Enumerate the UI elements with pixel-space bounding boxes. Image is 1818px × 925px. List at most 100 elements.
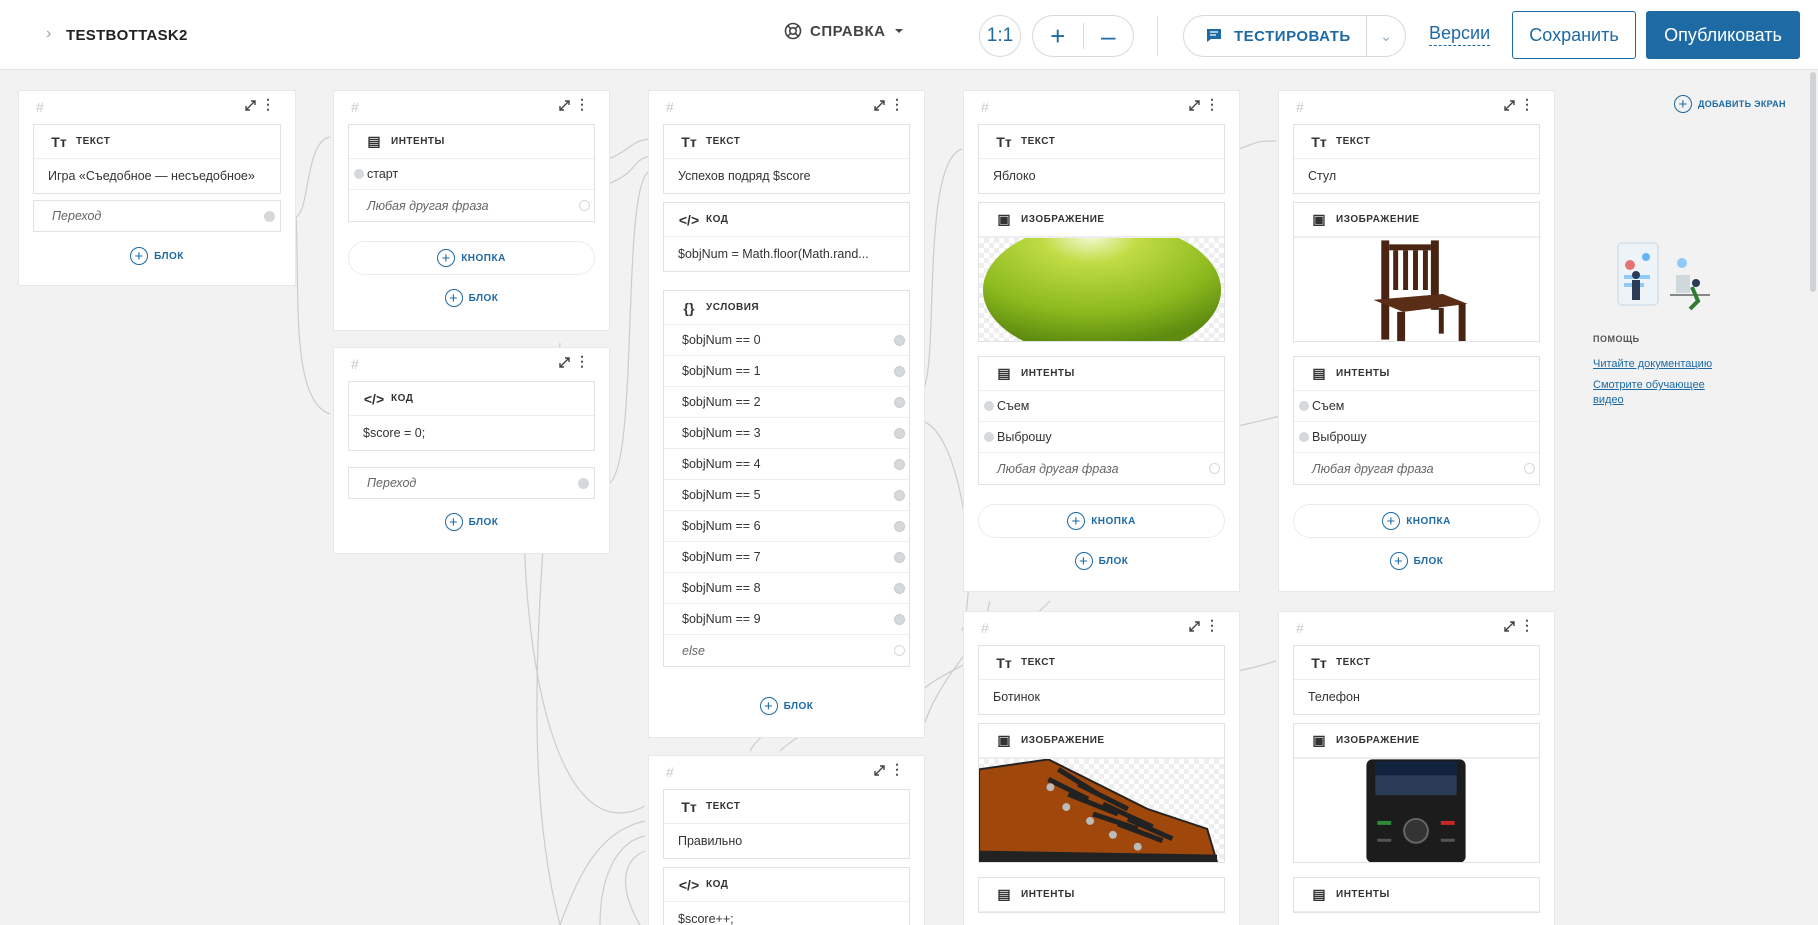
connector-dot[interactable]: [579, 200, 590, 211]
connector-dot[interactable]: [894, 397, 905, 408]
intents-block[interactable]: ▤ ИНТЕНТЫ: [1293, 877, 1540, 913]
text-block[interactable]: Tт ТЕКСТ Успехов подряд $score: [663, 124, 910, 194]
intent-row[interactable]: старт: [349, 159, 594, 190]
code-content[interactable]: $score++;: [664, 902, 909, 925]
screen-card[interactable]: # ⋮ Tт ТЕКСТ Правильно </> КОД $score++;: [648, 755, 925, 925]
connector-dot[interactable]: [578, 478, 589, 489]
text-block[interactable]: Tт ТЕКСТ Ботинок: [978, 645, 1225, 715]
connector-dot[interactable]: [1209, 463, 1220, 474]
add-button-pill[interactable]: + КНОПКА: [348, 241, 595, 275]
intent-row[interactable]: Любая другая фраза: [1294, 453, 1539, 484]
expand-icon[interactable]: [1503, 620, 1516, 633]
image-block[interactable]: ▣ ИЗОБРАЖЕНИЕ: [1293, 723, 1540, 863]
connector-dot[interactable]: [894, 459, 905, 470]
transition-field[interactable]: Переход: [33, 200, 281, 232]
add-block-button[interactable]: + БЛОК: [19, 247, 295, 265]
condition-row[interactable]: $objNum == 4: [664, 449, 909, 480]
text-content[interactable]: Правильно: [664, 824, 909, 858]
expand-icon[interactable]: [1188, 99, 1201, 112]
test-button[interactable]: ТЕСТИРОВАТЬ: [1184, 16, 1367, 56]
expand-icon[interactable]: [244, 99, 257, 112]
code-content[interactable]: $score = 0;: [349, 416, 594, 450]
intents-block[interactable]: ▤ ИНТЕНТЫ Съем Выброшу Любая другая фраза: [978, 356, 1225, 485]
help-menu[interactable]: СПРАВКА: [784, 22, 905, 40]
versions-link[interactable]: Версии: [1429, 23, 1491, 46]
screen-card[interactable]: # ⋮ Tт ТЕКСТ Ботинок ▣ ИЗОБРАЖЕНИЕ ▤ ИНТЕНТ…: [963, 611, 1240, 925]
image-block[interactable]: ▣ ИЗОБРАЖЕНИЕ: [1293, 202, 1540, 342]
condition-row[interactable]: $objNum == 9: [664, 604, 909, 635]
zoom-in-button[interactable]: +: [1033, 17, 1083, 55]
add-button-pill[interactable]: + КНОПКА: [1293, 504, 1540, 538]
add-block-button[interactable]: + БЛОК: [334, 289, 609, 307]
connector-dot[interactable]: [1524, 463, 1535, 474]
screen-card[interactable]: # ⋮ Tт ТЕКСТ Успехов подряд $score </> КОД…: [648, 90, 925, 738]
zoom-out-button[interactable]: –: [1084, 17, 1134, 55]
text-content[interactable]: Стул: [1294, 159, 1539, 193]
add-block-button[interactable]: + БЛОК: [334, 513, 609, 531]
watch-video-link-line2[interactable]: видео: [1593, 393, 1624, 408]
add-block-button[interactable]: + БЛОК: [649, 697, 924, 715]
code-block[interactable]: </> КОД $score = 0;: [348, 381, 595, 451]
expand-icon[interactable]: [873, 764, 886, 777]
add-block-button[interactable]: + БЛОК: [964, 552, 1239, 570]
publish-button[interactable]: Опубликовать: [1646, 11, 1800, 59]
connector-dot[interactable]: [894, 645, 905, 656]
phone-image[interactable]: [1294, 758, 1539, 862]
more-vertical-icon[interactable]: ⋮: [575, 97, 589, 111]
condition-row[interactable]: $objNum == 0: [664, 325, 909, 356]
expand-icon[interactable]: [558, 99, 571, 112]
text-block[interactable]: Tт ТЕКСТ Игра «Съедобное — несъедобное»: [33, 124, 281, 194]
image-block[interactable]: ▣ ИЗОБРАЖЕНИЕ: [978, 202, 1225, 342]
text-block[interactable]: Tт ТЕКСТ Стул: [1293, 124, 1540, 194]
add-button-pill[interactable]: + КНОПКА: [978, 504, 1225, 538]
connector-dot[interactable]: [354, 169, 364, 179]
watch-video-link[interactable]: Смотрите обучающее: [1593, 378, 1705, 393]
screen-card[interactable]: # ⋮ Tт ТЕКСТ Стул ▣ ИЗОБРАЖЕНИЕ ▤ ИНТЕНТЫ С…: [1278, 90, 1555, 592]
transition-field[interactable]: Переход: [348, 467, 595, 499]
add-screen-button[interactable]: + ДОБАВИТЬ ЭКРАН: [1674, 95, 1786, 113]
connector-dot[interactable]: [894, 583, 905, 594]
condition-row[interactable]: $objNum == 6: [664, 511, 909, 542]
condition-row[interactable]: $objNum == 1: [664, 356, 909, 387]
screen-card[interactable]: # ⋮ Tт ТЕКСТ Телефон ▣ ИЗОБРАЖЕНИЕ ▤ ИНТЕНТ…: [1278, 611, 1555, 925]
more-vertical-icon[interactable]: ⋮: [1205, 97, 1219, 111]
intent-row[interactable]: Любая другая фраза: [349, 190, 594, 221]
condition-row-else[interactable]: else: [664, 635, 909, 666]
screen-card[interactable]: # ⋮ ▤ ИНТЕНТЫ старт Любая другая фраза + К…: [333, 90, 610, 331]
more-vertical-icon[interactable]: ⋮: [261, 97, 275, 111]
intent-row[interactable]: Съем: [979, 391, 1224, 422]
zoom-reset-button[interactable]: 1:1: [979, 15, 1021, 57]
condition-row[interactable]: $objNum == 5: [664, 480, 909, 511]
condition-row[interactable]: $objNum == 2: [664, 387, 909, 418]
connector-dot[interactable]: [264, 211, 275, 222]
connector-dot[interactable]: [894, 366, 905, 377]
more-vertical-icon[interactable]: ⋮: [1205, 618, 1219, 632]
boot-image[interactable]: [979, 758, 1224, 862]
screen-card[interactable]: # ⋮ </> КОД $score = 0; Переход + БЛОК: [333, 347, 610, 554]
apple-image[interactable]: [979, 237, 1224, 341]
intent-row[interactable]: Выброшу: [979, 422, 1224, 453]
intent-row[interactable]: Любая другая фраза: [979, 453, 1224, 484]
text-content[interactable]: Игра «Съедобное — несъедобное»: [34, 159, 280, 193]
chair-image[interactable]: [1294, 237, 1539, 341]
connector-dot[interactable]: [1299, 432, 1309, 442]
more-vertical-icon[interactable]: ⋮: [890, 97, 904, 111]
connector-dot[interactable]: [894, 428, 905, 439]
code-content[interactable]: $objNum = Math.floor(Math.rand...: [664, 237, 909, 271]
connector-dot[interactable]: [1299, 401, 1309, 411]
text-content[interactable]: Телефон: [1294, 680, 1539, 714]
flow-canvas[interactable]: # ⋮ Tт ТЕКСТ Игра «Съедобное — несъедобно…: [0, 71, 1818, 925]
intent-row[interactable]: Выброшу: [1294, 422, 1539, 453]
intents-block[interactable]: ▤ ИНТЕНТЫ: [978, 877, 1225, 913]
intents-block[interactable]: ▤ ИНТЕНТЫ старт Любая другая фраза: [348, 124, 595, 222]
chevron-down-icon[interactable]: ⌄: [1367, 28, 1405, 45]
bot-name[interactable]: TESTBOTTASK2: [66, 27, 188, 44]
text-block[interactable]: Tт ТЕКСТ Телефон: [1293, 645, 1540, 715]
save-button[interactable]: Сохранить: [1512, 11, 1636, 59]
expand-icon[interactable]: [558, 356, 571, 369]
connector-dot[interactable]: [894, 614, 905, 625]
connector-dot[interactable]: [894, 490, 905, 501]
intent-row[interactable]: Съем: [1294, 391, 1539, 422]
more-vertical-icon[interactable]: ⋮: [1520, 97, 1534, 111]
vertical-scrollbar[interactable]: [1810, 72, 1816, 292]
